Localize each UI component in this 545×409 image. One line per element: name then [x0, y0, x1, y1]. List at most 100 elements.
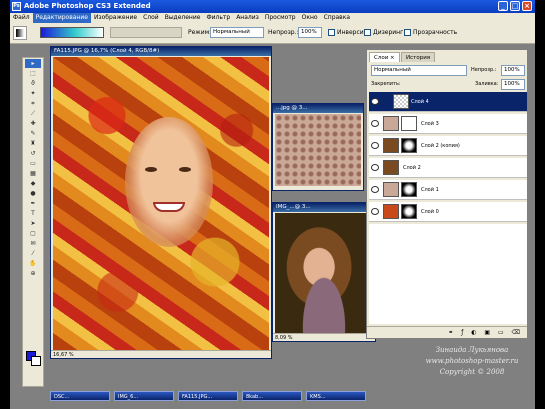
- menu-file[interactable]: Файл: [10, 13, 33, 23]
- gradient-type-buttons[interactable]: [110, 27, 182, 38]
- menu-filter[interactable]: Фильтр: [203, 13, 233, 23]
- opacity-field[interactable]: 100%: [298, 27, 322, 38]
- layer-opacity-field[interactable]: 100%: [501, 65, 525, 76]
- eye-icon[interactable]: [371, 208, 379, 215]
- menu-layer[interactable]: Слой: [140, 13, 162, 23]
- layer-row[interactable]: Слой 1: [369, 180, 527, 200]
- type-tool-icon[interactable]: T: [25, 209, 41, 218]
- stamp-tool-icon[interactable]: ♜: [25, 139, 41, 148]
- slice-tool-icon[interactable]: ⟋: [25, 109, 41, 118]
- tab-history[interactable]: История: [401, 52, 436, 62]
- path-select-icon[interactable]: ➤: [25, 219, 41, 228]
- layer-row[interactable]: Слой 3: [369, 114, 527, 134]
- layer-name: Слой 2 (копия): [421, 143, 460, 149]
- layer-row[interactable]: Слой 2 (копия): [369, 136, 527, 156]
- layers-list-empty-area: [369, 224, 527, 324]
- eye-icon[interactable]: [371, 120, 379, 127]
- marquee-tool-icon[interactable]: ⬚: [25, 69, 41, 78]
- zoom-tool-icon[interactable]: ⊕: [25, 269, 41, 278]
- gradient-tool-button-icon[interactable]: ▦: [25, 169, 41, 178]
- mode-select[interactable]: Нормальный: [210, 27, 264, 38]
- eye-icon[interactable]: [371, 186, 379, 193]
- transparency-label: Прозрачность: [413, 29, 458, 36]
- minimized-documents-bar: DSC... IMG_6... FA115.JPG... 8kab... KMS…: [10, 389, 370, 403]
- document-title-pattern: ...jpg @ 3...: [273, 104, 363, 113]
- document-window-pattern[interactable]: ...jpg @ 3...: [272, 103, 364, 191]
- background-color-swatch[interactable]: [31, 356, 41, 366]
- opacity-label: Непрозр.:: [268, 29, 299, 36]
- menu-window[interactable]: Окно: [299, 13, 321, 23]
- damask-pattern-image: [275, 114, 361, 186]
- layer-thumbnail: [383, 160, 399, 175]
- layers-panel: Слои × История Нормальный Непрозр.: 100%…: [366, 49, 528, 339]
- eye-icon[interactable]: [371, 164, 379, 171]
- healing-tool-icon[interactable]: ✚: [25, 119, 41, 128]
- title-bar: Ps Adobe Photoshop CS3 Extended _ □ ×: [10, 0, 535, 13]
- maximize-icon[interactable]: □: [510, 1, 520, 11]
- hand-tool-icon[interactable]: ✋: [25, 259, 41, 268]
- magic-wand-tool-icon[interactable]: ✦: [25, 89, 41, 98]
- eye-icon[interactable]: [371, 98, 379, 105]
- eye-icon[interactable]: [371, 142, 379, 149]
- dither-checkbox[interactable]: [364, 29, 371, 36]
- notes-tool-icon[interactable]: ✉: [25, 239, 41, 248]
- minimize-icon[interactable]: _: [498, 1, 508, 11]
- crop-tool-icon[interactable]: ⌗: [25, 99, 41, 108]
- blur-tool-icon[interactable]: ◆: [25, 179, 41, 188]
- author-name: Зинаида Лукьянова: [435, 346, 509, 354]
- eyedropper-tool-icon[interactable]: ⁄: [25, 249, 41, 258]
- zoom-level-main: 16,67 %: [53, 352, 74, 358]
- shape-tool-icon[interactable]: ▢: [25, 229, 41, 238]
- document-window-main[interactable]: FA115.JPG @ 16,7% (Слой 4, RGB/8#) 16,67…: [50, 46, 272, 359]
- invert-checkbox[interactable]: [328, 29, 335, 36]
- toolbox: ▸ ⬚ ϑ ✦ ⌗ ⟋ ✚ ✎ ♜ ↺ ▭ ▦ ◆ ● ✒ T ➤ ▢ ✉ ⁄ …: [22, 57, 44, 387]
- document-window-photo[interactable]: IMG_...@ 3... 8,09 %: [272, 202, 376, 342]
- woman-face: [125, 117, 213, 247]
- history-brush-icon[interactable]: ↺: [25, 149, 41, 158]
- window-title: Adobe Photoshop CS3 Extended: [24, 2, 151, 10]
- document-status-photo: 8,09 %: [273, 333, 375, 341]
- layer-mask-thumbnail: [401, 116, 417, 131]
- close-icon[interactable]: ×: [522, 1, 532, 11]
- minimized-doc[interactable]: DSC...: [50, 391, 110, 401]
- layer-row[interactable]: Слой 0: [369, 202, 527, 222]
- options-bar: Режим: Нормальный Непрозр.: 100% Инверси…: [10, 23, 535, 44]
- fill-field[interactable]: 100%: [501, 79, 525, 90]
- blend-mode-select[interactable]: Нормальный: [371, 65, 467, 76]
- layer-name: Слой 0: [421, 209, 439, 215]
- menu-select[interactable]: Выделение: [162, 13, 204, 23]
- layers-footer-buttons[interactable]: ⚭ ƒ ◐ ▣ ▭ ⌫: [367, 326, 527, 338]
- layer-row[interactable]: Слой 2: [369, 158, 527, 178]
- dither-label: Дизеринг: [373, 29, 404, 36]
- lasso-tool-icon[interactable]: ϑ: [25, 79, 41, 88]
- move-tool-icon[interactable]: ▸: [25, 59, 41, 68]
- eraser-tool-icon[interactable]: ▭: [25, 159, 41, 168]
- brush-tool-icon[interactable]: ✎: [25, 129, 41, 138]
- minimized-doc[interactable]: IMG_6...: [114, 391, 174, 401]
- minimized-doc[interactable]: FA115.JPG...: [178, 391, 238, 401]
- menu-help[interactable]: Справка: [321, 13, 353, 23]
- layer-thumbnail: [393, 94, 409, 109]
- layer-name: Слой 2: [403, 165, 421, 171]
- gradient-tool-icon[interactable]: [13, 26, 27, 40]
- layer-thumbnail: [383, 138, 399, 153]
- menu-edit[interactable]: Редактирование: [32, 13, 91, 23]
- layer-row[interactable]: Слой 4: [369, 92, 527, 112]
- dodge-tool-icon[interactable]: ●: [25, 189, 41, 198]
- layer-name: Слой 3: [421, 121, 439, 127]
- photoshop-app-icon: Ps: [12, 2, 21, 11]
- layer-name: Слой 4: [411, 99, 429, 105]
- menu-view[interactable]: Просмотр: [262, 13, 299, 23]
- menu-image[interactable]: Изображение: [91, 13, 140, 23]
- minimized-doc[interactable]: KMS...: [306, 391, 366, 401]
- mode-label: Режим:: [188, 29, 212, 36]
- minimized-doc[interactable]: 8kab...: [242, 391, 302, 401]
- pen-tool-icon[interactable]: ✒: [25, 199, 41, 208]
- document-status-main: 16,67 %: [51, 350, 271, 358]
- menu-analysis[interactable]: Анализ: [233, 13, 262, 23]
- layer-thumbnail: [383, 182, 399, 197]
- gradient-picker[interactable]: [40, 27, 104, 38]
- transparency-checkbox[interactable]: [404, 29, 411, 36]
- fill-label: Заливка:: [475, 81, 499, 87]
- tab-layers[interactable]: Слои ×: [369, 52, 400, 62]
